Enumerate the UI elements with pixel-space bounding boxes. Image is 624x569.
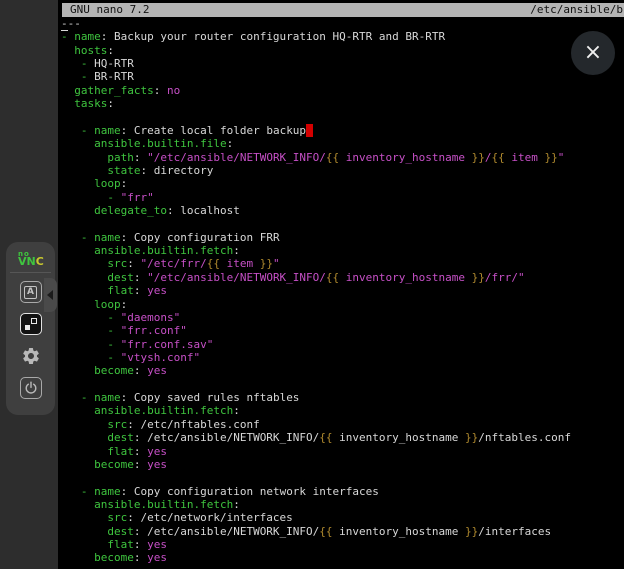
control-bar-handle[interactable] xyxy=(44,278,57,312)
editor-line: state: directory xyxy=(61,164,624,177)
editor-line: - "frr.conf.sav" xyxy=(61,338,624,351)
editor-line: path: "/etc/ansible/NETWORK_INFO/{{ inve… xyxy=(61,151,624,164)
nano-title-bar: GNU nano 7.2 /etc/ansible/b xyxy=(62,3,624,17)
nano-version: GNU nano 7.2 xyxy=(70,3,149,17)
editor-line: - name: Create local folder backup xyxy=(61,124,624,137)
editor-line: - "vtysh.conf" xyxy=(61,351,624,364)
fullscreen-icon xyxy=(25,318,37,330)
novnc-logo-c: C xyxy=(36,255,44,268)
fullscreen-button[interactable] xyxy=(20,313,42,335)
editor-line: dest: /etc/ansible/NETWORK_INFO/{{ inven… xyxy=(61,525,624,538)
editor-line: - "frr" xyxy=(61,191,624,204)
editor-content[interactable]: ---- name: Backup your router configurat… xyxy=(61,17,624,569)
editor-line: - name: Backup your router configuration… xyxy=(61,30,624,43)
novnc-control-bar: no VNC A xyxy=(6,242,55,415)
editor-line: - "daemons" xyxy=(61,311,624,324)
collapse-arrow-icon xyxy=(47,290,53,300)
editor-line: dest: "/etc/ansible/NETWORK_INFO/{{ inve… xyxy=(61,271,624,284)
file-path: /etc/ansible/b xyxy=(530,3,623,17)
editor-line: loop: xyxy=(61,298,624,311)
editor-line: tasks: xyxy=(61,97,624,110)
editor-line: flat: yes xyxy=(61,284,624,297)
novnc-logo-vn: VN xyxy=(18,255,36,268)
editor-line: delegate_to: localhost xyxy=(61,204,624,217)
editor-line: hosts: xyxy=(61,44,624,57)
editor-line: - name: Copy configuration FRR xyxy=(61,231,624,244)
editor-line: flat: yes xyxy=(61,538,624,551)
editor-line: - BR-RTR xyxy=(61,70,624,83)
editor-line: - "frr.conf" xyxy=(61,324,624,337)
settings-button[interactable] xyxy=(20,345,42,367)
editor-line: src: "/etc/frr/{{ item }}" xyxy=(61,257,624,270)
editor-line: - HQ-RTR xyxy=(61,57,624,70)
editor-line: ansible.builtin.file: xyxy=(61,137,624,150)
editor-line: ansible.builtin.fetch: xyxy=(61,498,624,511)
editor-line: --- xyxy=(61,17,624,30)
editor-line xyxy=(61,111,624,124)
editor-line xyxy=(61,471,624,484)
editor-line: flat: yes xyxy=(61,445,624,458)
power-button[interactable] xyxy=(20,377,42,399)
editor-line: src: /etc/network/interfaces xyxy=(61,511,624,524)
editor-line: - name: Copy configuration network inter… xyxy=(61,485,624,498)
editor-line: src: /etc/nftables.conf xyxy=(61,418,624,431)
editor-line: loop: xyxy=(61,177,624,190)
editor-line: become: yes xyxy=(61,458,624,471)
extra-keys-button[interactable]: A xyxy=(20,281,42,303)
editor-line: ansible.builtin.fetch: xyxy=(61,244,624,257)
novnc-logo: no VNC xyxy=(6,242,55,266)
editor-line: ansible.builtin.fetch: xyxy=(61,404,624,417)
terminal[interactable]: GNU nano 7.2 /etc/ansible/b ---- name: B… xyxy=(58,0,624,569)
keyboard-key-icon: A xyxy=(24,286,38,299)
editor-line: - name: Copy saved rules nftables xyxy=(61,391,624,404)
panel-divider xyxy=(10,272,51,273)
editor-line: dest: /etc/ansible/NETWORK_INFO/{{ inven… xyxy=(61,431,624,444)
close-button[interactable]: × xyxy=(571,31,615,75)
screen: no VNC A xyxy=(0,0,624,569)
editor-line: gather_facts: no xyxy=(61,84,624,97)
power-icon xyxy=(24,381,38,395)
editor-line xyxy=(61,217,624,230)
editor-line xyxy=(61,378,624,391)
gear-icon xyxy=(21,346,41,366)
editor-line: become: yes xyxy=(61,551,624,564)
editor-line: become: yes xyxy=(61,364,624,377)
